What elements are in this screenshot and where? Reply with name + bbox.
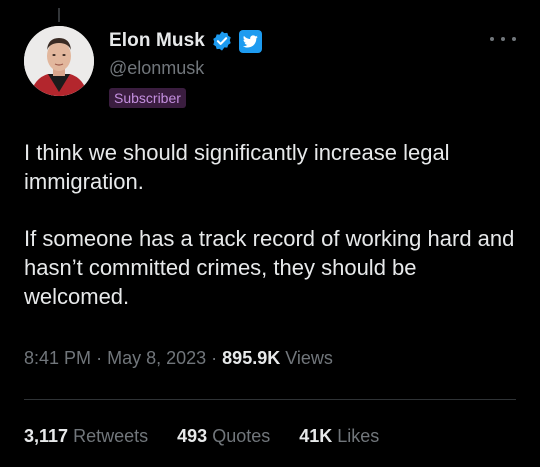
thread-connector-line [58, 8, 60, 22]
more-options-icon[interactable] [490, 34, 516, 44]
quotes-count: 493 [177, 426, 208, 446]
name-row: Elon Musk [109, 28, 262, 54]
retweets-label: Retweets [73, 426, 149, 446]
tweet-meta: 8:41 PM · May 8, 2023 · 895.9K Views [24, 348, 333, 369]
divider [24, 399, 516, 400]
tweet-text: I think we should significantly increase… [24, 138, 519, 339]
retweets-stat[interactable]: 3,117 Retweets [24, 426, 148, 447]
subscriber-badge: Subscriber [109, 88, 186, 108]
retweets-count: 3,117 [24, 426, 69, 446]
engagement-stats: 3,117 Retweets 493 Quotes 41K Likes [24, 426, 408, 447]
twitter-bird-badge-icon[interactable] [238, 29, 262, 53]
avatar-photo [24, 26, 94, 96]
display-name[interactable]: Elon Musk [109, 30, 205, 52]
views-count[interactable]: 895.9K [222, 348, 280, 368]
likes-count: 41K [299, 426, 333, 446]
more-dot [512, 37, 516, 41]
tweet-time[interactable]: 8:41 PM [24, 348, 91, 368]
more-dot [501, 37, 505, 41]
tweet-paragraph: If someone has a track record of working… [24, 226, 515, 309]
user-info: Elon Musk @elonmusk Subscriber [109, 28, 262, 108]
tweet-paragraph: I think we should significantly increase… [24, 140, 450, 194]
tweet-date[interactable]: May 8, 2023 [107, 348, 206, 368]
tweet-header: Elon Musk @elonmusk Subscriber [24, 26, 516, 112]
quotes-label: Quotes [212, 426, 271, 446]
avatar[interactable] [24, 26, 94, 96]
more-dot [490, 37, 494, 41]
quotes-stat[interactable]: 493 Quotes [177, 426, 270, 447]
likes-label: Likes [337, 426, 380, 446]
views-label: Views [285, 348, 333, 368]
likes-stat[interactable]: 41K Likes [299, 426, 379, 447]
verified-check-icon[interactable] [211, 30, 233, 52]
meta-separator: · [211, 348, 218, 368]
meta-separator: · [96, 348, 103, 368]
user-handle[interactable]: @elonmusk [109, 58, 262, 82]
